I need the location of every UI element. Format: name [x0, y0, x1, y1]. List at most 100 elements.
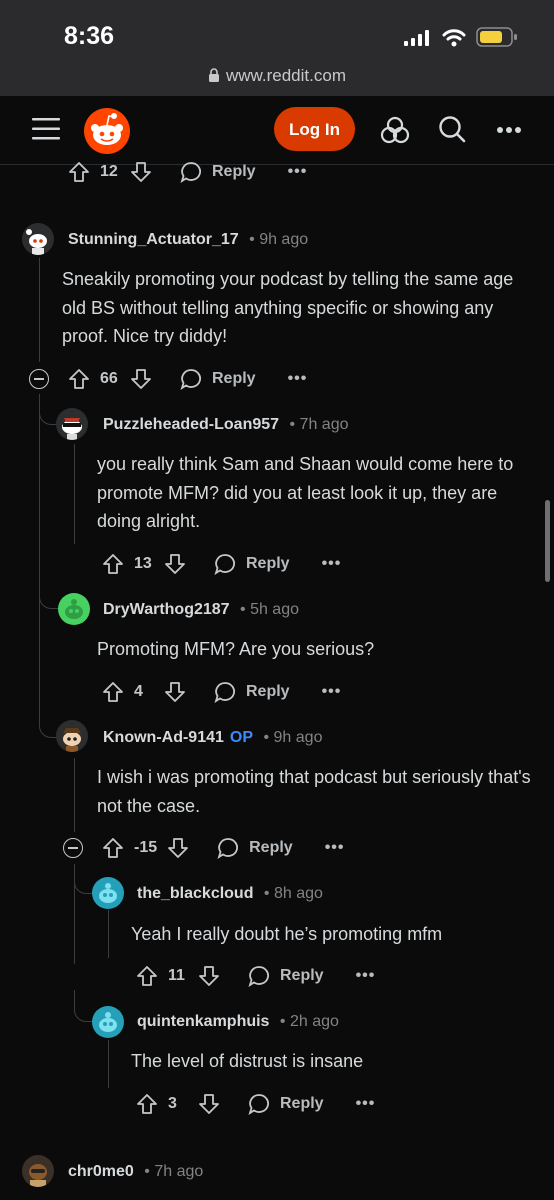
more-button[interactable]: •••: [322, 555, 342, 573]
signal-icon: [404, 30, 429, 46]
username[interactable]: Known-Ad-9141: [103, 729, 224, 746]
comment-actions: -15 Reply •••: [102, 833, 345, 863]
more-options-icon[interactable]: [496, 126, 522, 134]
avatar[interactable]: [56, 720, 88, 752]
downvote-icon[interactable]: [198, 1093, 220, 1115]
downvote-icon[interactable]: [164, 553, 186, 575]
comment-actions: 66 Reply •••: [68, 364, 307, 394]
downvote-icon[interactable]: [198, 965, 220, 987]
comment-author[interactable]: quintenkamphuis • 2h ago: [137, 1013, 339, 1031]
more-button[interactable]: •••: [325, 839, 345, 857]
comment-time: 5h ago: [250, 601, 299, 618]
reply-button[interactable]: Reply: [214, 553, 290, 575]
snoo-avatar-icon: [65, 599, 83, 619]
reply-button[interactable]: Reply: [217, 837, 293, 859]
more-button[interactable]: •••: [356, 967, 376, 985]
search-icon[interactable]: [438, 115, 466, 143]
reply-bubble-icon: [248, 1094, 269, 1115]
avatar[interactable]: [92, 877, 124, 909]
battery-icon: [476, 27, 517, 47]
avatar[interactable]: [92, 1006, 124, 1038]
downvote-icon[interactable]: [167, 837, 189, 859]
status-time: 8:36: [64, 22, 115, 50]
upvote-icon[interactable]: [102, 553, 124, 575]
upvote-icon[interactable]: [136, 965, 158, 987]
comment-body: I wish i was promoting that podcast but …: [97, 767, 531, 816]
lock-icon: [209, 68, 219, 82]
comment-author[interactable]: DryWarthog2187 • 5h ago: [103, 601, 299, 619]
reply-button[interactable]: Reply: [180, 161, 256, 183]
avatar[interactable]: [22, 223, 54, 255]
downvote-icon[interactable]: [130, 368, 152, 390]
menu-icon[interactable]: [32, 117, 60, 141]
downvote-icon[interactable]: [164, 681, 186, 703]
comment-body: The level of distrust is insane: [131, 1051, 364, 1071]
upvote-icon[interactable]: [68, 368, 90, 390]
url-bar[interactable]: www.reddit.com: [0, 66, 554, 86]
avatar[interactable]: [56, 408, 88, 440]
comment-body: Sneakily promoting your podcast by telli…: [62, 269, 514, 346]
comment-actions: 13 Reply •••: [102, 549, 341, 579]
username[interactable]: Puzzleheaded-Loan957: [103, 416, 279, 433]
reply-label: Reply: [246, 555, 290, 572]
upvote-icon[interactable]: [136, 1093, 158, 1115]
upvote-icon[interactable]: [102, 837, 124, 859]
comment-author[interactable]: Stunning_Actuator_17 • 9h ago: [68, 231, 308, 249]
snoo-avatar-icon: [63, 728, 81, 752]
upvote-icon[interactable]: [68, 161, 90, 183]
reddit-header: Log In: [0, 96, 554, 165]
more-button[interactable]: •••: [288, 163, 308, 181]
snoo-avatar-icon: [62, 418, 82, 440]
upvote-icon[interactable]: [102, 681, 124, 703]
thread-line: [39, 258, 40, 362]
reply-label: Reply: [212, 370, 256, 387]
username[interactable]: Stunning_Actuator_17: [68, 231, 239, 248]
vote-score: 66: [100, 370, 118, 387]
reply-bubble-icon: [248, 966, 269, 987]
reddit-logo-icon[interactable]: [82, 106, 132, 156]
thread-line: [74, 758, 75, 832]
reply-bubble-icon: [180, 369, 201, 390]
scrollbar[interactable]: [545, 500, 550, 582]
comment-author[interactable]: chr0me0 • 7h ago: [68, 1163, 203, 1181]
popular-icon[interactable]: [380, 116, 410, 144]
thread-line: [108, 1040, 109, 1088]
vote-score: -15: [134, 839, 158, 856]
login-button[interactable]: Log In: [274, 107, 355, 151]
reply-label: Reply: [212, 163, 256, 180]
username[interactable]: chr0me0: [68, 1163, 134, 1180]
comment-actions: 3 Reply •••: [136, 1089, 375, 1119]
vote-score: 3: [168, 1095, 177, 1112]
reply-button[interactable]: Reply: [248, 1093, 324, 1115]
more-button[interactable]: •••: [356, 1095, 376, 1113]
more-button[interactable]: •••: [288, 370, 308, 388]
snoo-avatar-icon: [26, 229, 47, 255]
reply-button[interactable]: Reply: [214, 681, 290, 703]
avatar[interactable]: [22, 1155, 54, 1187]
username[interactable]: the_blackcloud: [137, 885, 253, 902]
reply-button[interactable]: Reply: [180, 368, 256, 390]
collapse-thread-icon[interactable]: [29, 369, 49, 389]
comment-author[interactable]: Known-Ad-9141 OP • 9h ago: [103, 729, 322, 747]
comment-body: Promoting MFM? Are you serious?: [97, 639, 375, 659]
reply-button[interactable]: Reply: [248, 965, 324, 987]
comment-time: 7h ago: [154, 1163, 204, 1180]
vote-score: 13: [134, 555, 152, 572]
snoo-avatar-icon: [99, 1012, 117, 1032]
collapse-thread-icon[interactable]: [63, 838, 83, 858]
comment-author[interactable]: the_blackcloud • 8h ago: [137, 885, 323, 903]
comment-actions: 4 Reply •••: [102, 677, 341, 707]
username[interactable]: DryWarthog2187: [103, 601, 230, 618]
downvote-icon[interactable]: [130, 161, 152, 183]
reply-bubble-icon: [214, 554, 235, 575]
comment-time: 8h ago: [273, 885, 323, 902]
url-text: www.reddit.com: [226, 66, 346, 85]
avatar[interactable]: [58, 593, 90, 625]
more-button[interactable]: •••: [322, 683, 342, 701]
username[interactable]: quintenkamphuis: [137, 1013, 269, 1030]
comment-author[interactable]: Puzzleheaded-Loan957 • 7h ago: [103, 416, 348, 434]
status-bar: 8:36 www.reddit.com: [0, 0, 554, 96]
thread-line: [108, 910, 109, 958]
comment-time: 9h ago: [273, 729, 323, 746]
vote-score: 4: [134, 683, 143, 700]
